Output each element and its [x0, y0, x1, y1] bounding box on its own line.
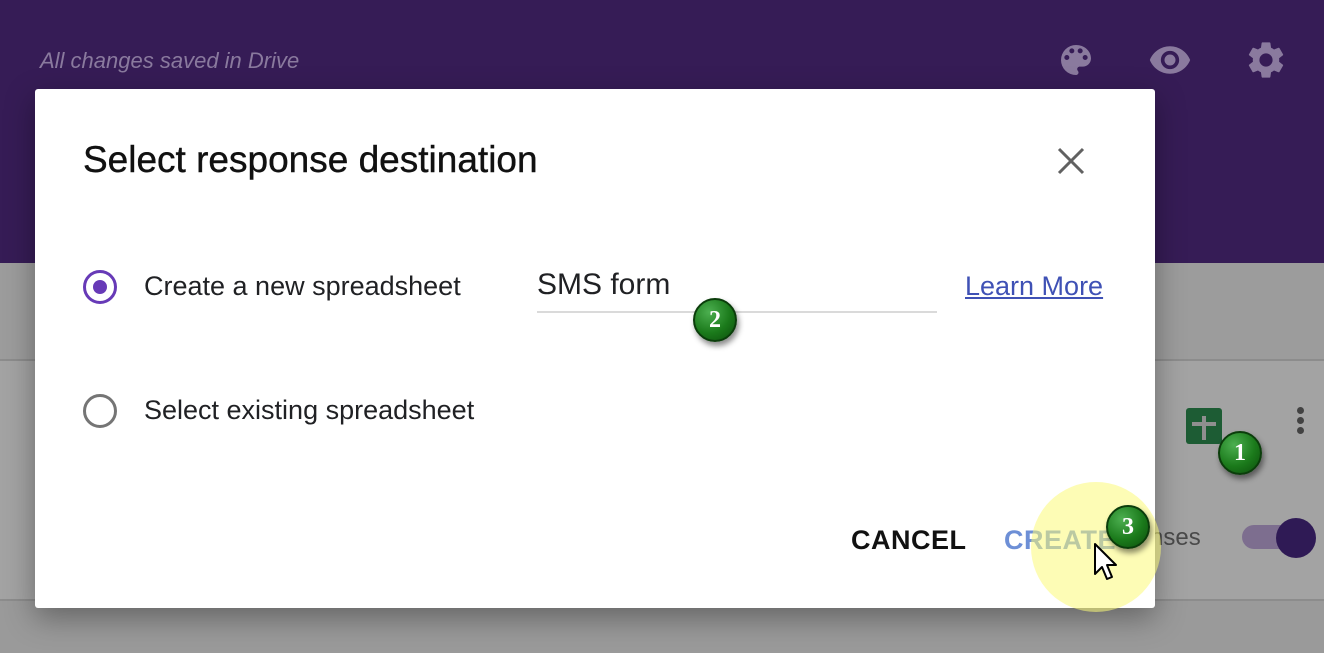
mouse-cursor-icon [1093, 542, 1119, 582]
step-badge-2: 2 [693, 298, 737, 342]
sheets-icon[interactable] [1186, 408, 1222, 444]
eye-icon[interactable] [1148, 38, 1192, 82]
close-icon[interactable] [1051, 141, 1091, 181]
save-status: All changes saved in Drive [40, 48, 300, 73]
gear-icon[interactable] [1244, 38, 1288, 82]
cancel-button[interactable]: CANCEL [851, 525, 967, 556]
radio-create-new[interactable] [83, 270, 117, 304]
more-options-icon[interactable] [1290, 404, 1310, 444]
step-badge-1: 1 [1218, 431, 1262, 475]
spreadsheet-name-input[interactable] [537, 259, 937, 313]
toggle-knob[interactable] [1276, 518, 1316, 558]
learn-more-link[interactable]: Learn More [965, 271, 1103, 302]
option-create-new-label[interactable]: Create a new spreadsheet [144, 271, 461, 302]
option-select-existing-label[interactable]: Select existing spreadsheet [144, 395, 474, 426]
radio-select-existing[interactable] [83, 394, 117, 428]
palette-icon[interactable] [1054, 38, 1098, 82]
dialog-title: Select response destination [83, 139, 538, 180]
response-destination-dialog: Select response destination Create a new… [35, 89, 1155, 608]
